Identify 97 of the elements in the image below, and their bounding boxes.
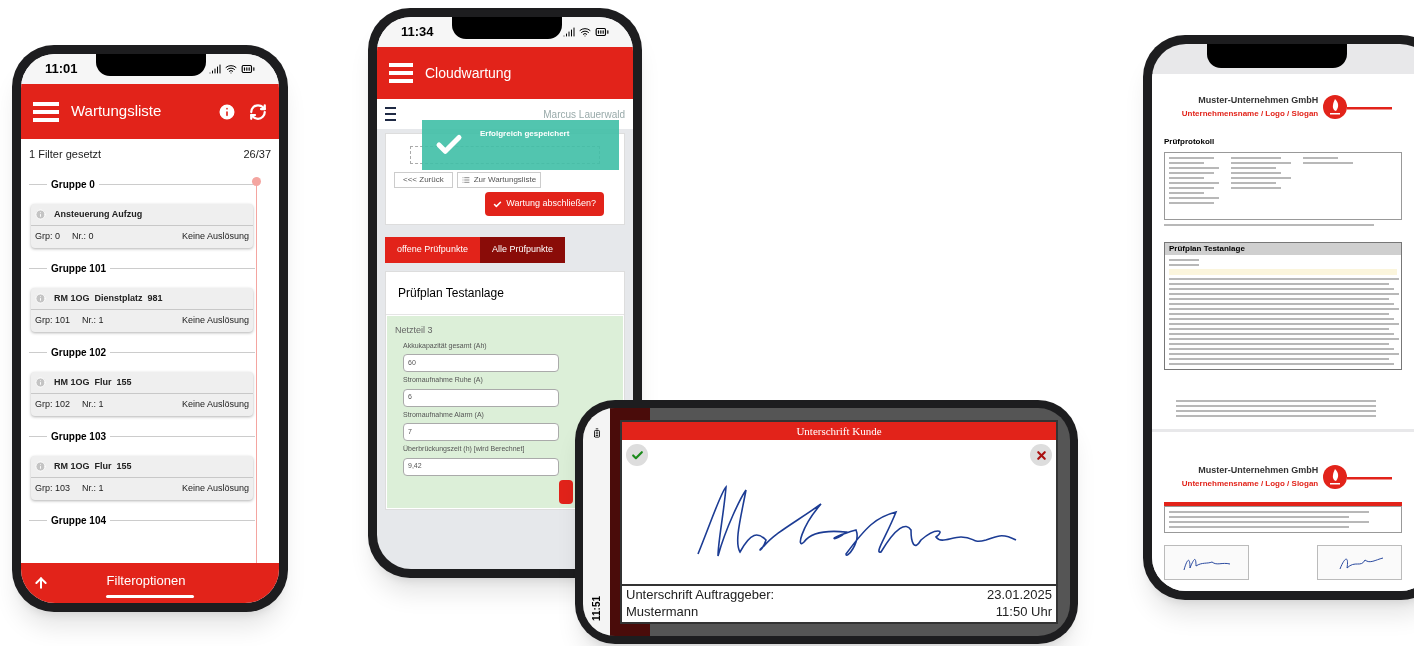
blurred-text-line — [1169, 182, 1219, 184]
item-number: Nr.: 1 — [82, 314, 105, 328]
blurred-text-line — [1303, 157, 1338, 159]
battery-icon — [595, 25, 609, 39]
blurred-text-line — [1169, 187, 1214, 189]
table-title: Prüfplan Testanlage — [1165, 243, 1401, 255]
result-count: 26/37 — [243, 146, 271, 162]
filter-options-button[interactable]: Filteroptionen — [49, 571, 267, 595]
signal-icon — [209, 63, 221, 75]
finish-button[interactable]: Wartung abschließen? — [485, 192, 604, 216]
item-number: Nr.: 1 — [82, 398, 105, 412]
item-number: Nr.: 1 — [82, 482, 105, 496]
battery-icon — [241, 62, 255, 76]
blurred-text-line — [1303, 162, 1353, 164]
list-card[interactable]: HM 1OG Flur 155 Grp: 102 Nr.: 1 Keine Auslösung — [31, 372, 253, 416]
company-name: Muster-Unternehmen GmbH — [1198, 94, 1319, 108]
header-title: Cloudwartung — [425, 63, 512, 83]
blurred-text-line — [1169, 259, 1199, 261]
list-icon — [461, 176, 470, 184]
list-card[interactable]: RM 1OG Flur 155 Grp: 103 Nr.: 1 Keine Auslösung — [31, 456, 253, 500]
blurred-text-line — [1231, 182, 1276, 184]
section-title: Netzteil 3 — [395, 324, 434, 337]
trigger-status: Keine Auslösung — [181, 482, 249, 496]
blurred-text-line — [1169, 264, 1199, 266]
status-time: 11:34 — [401, 23, 434, 42]
toast-message: Erfolgreich gespeichert — [480, 128, 570, 140]
blurred-text-line — [1169, 157, 1214, 159]
confirm-button[interactable] — [626, 444, 648, 466]
flame-logo-icon — [1322, 464, 1393, 490]
group-number: Grp: 103 — [35, 482, 71, 496]
check-icon — [493, 199, 503, 209]
close-button[interactable] — [1030, 444, 1052, 466]
info-icon[interactable] — [217, 101, 237, 122]
plan-title: Prüfplan Testanlage — [386, 272, 624, 315]
card-title: Ansteuerung Aufzug — [54, 207, 143, 221]
info-icon — [35, 209, 46, 220]
blurred-text-line — [1169, 202, 1214, 204]
signature-time: 11:50 Uhr — [995, 603, 1052, 620]
blurred-text-line — [1231, 167, 1276, 169]
group-number: Grp: 101 — [35, 314, 71, 328]
group-heading: Gruppe 104 — [50, 513, 108, 528]
company-slogan: Unternehmensname / Logo / Slogan — [1181, 107, 1319, 120]
status-time: 11:51 — [590, 596, 603, 621]
save-button[interactable] — [559, 479, 573, 504]
filter-tab[interactable]: offene Prüfpunkte — [385, 237, 480, 263]
blurred-text-line — [1231, 157, 1281, 159]
blurred-text-line — [1231, 162, 1291, 164]
check-icon — [630, 448, 644, 462]
menu-icon[interactable] — [385, 107, 396, 121]
blurred-text-line — [1231, 177, 1291, 179]
back-button[interactable]: <<< Zurück — [394, 172, 453, 188]
blurred-text-line — [1231, 172, 1281, 174]
header-title: Wartungsliste — [71, 101, 163, 122]
signal-icon — [563, 26, 575, 38]
card-title: RM 1OG Flur 155 — [54, 459, 132, 473]
company-name: Muster-Unternehmen GmbH — [1198, 464, 1319, 478]
battery-icon — [591, 428, 602, 438]
info-icon — [35, 377, 46, 388]
wifi-icon — [225, 63, 237, 75]
list-button[interactable]: Zur Wartungsliste — [456, 172, 542, 188]
list-card[interactable]: Ansteuerung Aufzug Grp: 0 Nr.: 0 Keine Auslösung — [31, 204, 253, 248]
company-slogan: Unternehmensname / Logo / Slogan — [1181, 477, 1319, 490]
wifi-icon — [579, 26, 591, 38]
signer-name: Mustermann — [626, 603, 700, 620]
card-title: HM 1OG Flur 155 — [54, 375, 132, 389]
group-number: Grp: 102 — [35, 398, 71, 412]
group-heading: Gruppe 101 — [50, 261, 108, 276]
group-heading: Gruppe 102 — [50, 345, 108, 360]
flame-logo-icon — [1322, 94, 1393, 120]
info-icon — [35, 461, 46, 472]
close-icon — [1034, 448, 1048, 462]
blurred-text-line — [1169, 177, 1204, 179]
item-number: Nr.: 0 — [72, 230, 95, 244]
group-number: Grp: 0 — [35, 230, 60, 244]
status-time: 11:01 — [45, 60, 78, 79]
card-title: RM 1OG Dienstplatz 981 — [54, 291, 163, 305]
blurred-text-line — [1169, 172, 1214, 174]
list-card[interactable]: RM 1OG Dienstplatz 981 Grp: 101 Nr.: 1 Keine Auslösung — [31, 288, 253, 332]
blurred-text-line — [1169, 192, 1204, 194]
trigger-status: Keine Auslösung — [181, 230, 249, 244]
trigger-status: Keine Auslösung — [181, 398, 249, 412]
blurred-text-line — [1169, 167, 1219, 169]
filter-status: 1 Filter gesetzt — [29, 146, 102, 162]
info-icon — [35, 293, 46, 304]
refresh-icon[interactable] — [249, 102, 267, 121]
filter-tab[interactable]: Alle Prüfpunkte — [479, 237, 565, 263]
blurred-text-line — [1169, 197, 1219, 199]
user-name: Marcus Lauerwald — [543, 107, 625, 122]
trigger-status: Keine Auslösung — [181, 314, 249, 328]
signer-label: Unterschrift Auftraggeber: — [626, 586, 775, 603]
document-heading: Prüfprotokoll — [1164, 136, 1216, 148]
blurred-text-line — [1231, 187, 1281, 189]
signature-date: 23.01.2025 — [986, 586, 1052, 603]
group-heading: Gruppe 0 — [50, 177, 96, 192]
dialog-title: Unterschrift Kunde — [796, 423, 882, 439]
blurred-text-line — [1169, 162, 1204, 164]
group-heading: Gruppe 103 — [50, 429, 108, 444]
